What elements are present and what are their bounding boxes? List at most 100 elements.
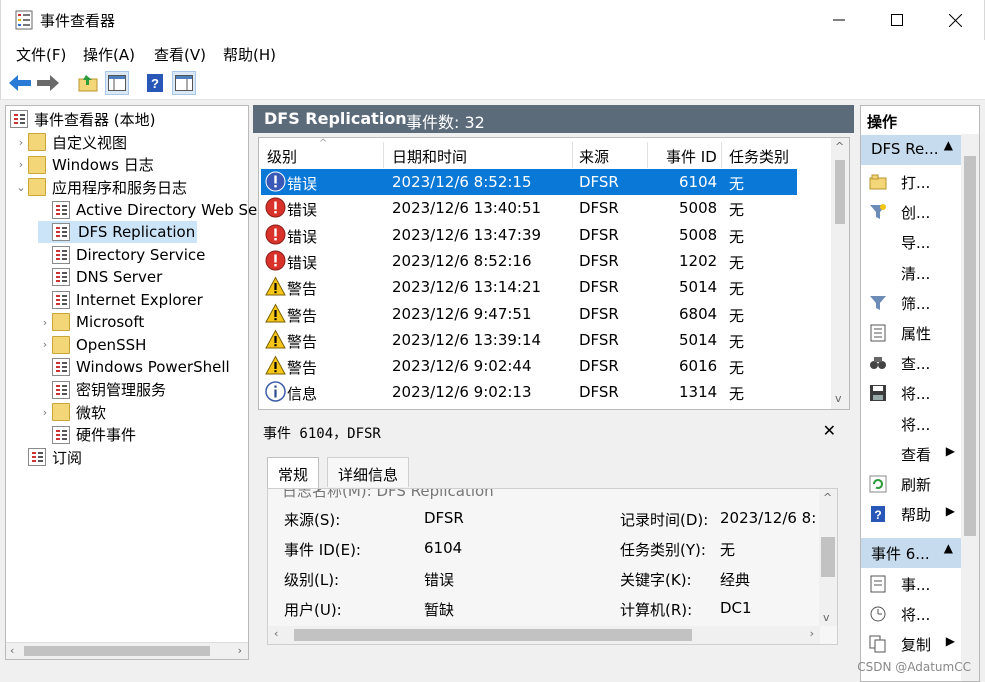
tree-item[interactable]: Internet Explorer xyxy=(38,289,203,311)
action-item[interactable]: 将... xyxy=(861,409,961,439)
tab-details[interactable]: 详细信息 xyxy=(327,457,410,487)
menu-file[interactable]: 文件(F) xyxy=(16,44,66,65)
tree-item[interactable]: 密钥管理服务 xyxy=(38,379,166,401)
source-cell: DFSR xyxy=(579,330,619,349)
column-header-task-category[interactable]: 任务类别 xyxy=(729,146,789,167)
tree-item[interactable]: › Microsoft xyxy=(38,311,144,333)
chevron-right-icon[interactable]: › xyxy=(38,338,52,351)
task-category-label: 任务类别(Y): xyxy=(620,541,706,559)
menu-action[interactable]: 操作(A) xyxy=(83,44,135,65)
forward-button[interactable] xyxy=(36,71,60,95)
minimize-button[interactable] xyxy=(810,0,868,40)
maximize-button[interactable] xyxy=(868,0,926,40)
show-hide-action-pane-button[interactable] xyxy=(172,71,196,95)
table-row[interactable]: 错误 2023/12/6 8:52:16 DFSR 1202 无 xyxy=(261,248,797,274)
chevron-right-icon[interactable]: › xyxy=(14,158,28,171)
tree-item[interactable]: Windows PowerShell xyxy=(38,356,230,378)
action-item[interactable]: 导... xyxy=(861,227,961,257)
action-item[interactable]: 事... xyxy=(861,569,961,599)
table-row[interactable]: 警告 2023/12/6 9:02:44 DFSR 6016 无 xyxy=(261,353,797,379)
detail-horizontal-scrollbar[interactable]: ‹ › xyxy=(268,626,820,644)
collapse-up-icon[interactable]: ▲ xyxy=(944,541,953,555)
tree-item[interactable]: DFS Replication xyxy=(38,221,198,243)
tree-item[interactable]: › 微软 xyxy=(38,401,106,423)
tree-item[interactable]: › OpenSSH xyxy=(38,334,146,356)
action-item[interactable]: 将... xyxy=(861,378,961,408)
action-item[interactable]: ? 帮助 ▶ xyxy=(861,499,961,529)
detail-vertical-scrollbar[interactable]: ^ v xyxy=(819,489,837,626)
column-header-source[interactable]: 来源 xyxy=(579,146,609,167)
table-row[interactable]: 错误 2023/12/6 13:47:39 DFSR 5008 无 xyxy=(261,222,797,248)
action-item[interactable]: 打... xyxy=(861,167,961,197)
tree-root-event-viewer[interactable]: 事件查看器 (本地) xyxy=(10,108,155,130)
table-row[interactable]: 警告 2023/12/6 9:47:51 DFSR 6804 无 xyxy=(261,301,797,327)
collapse-up-icon[interactable]: ▲ xyxy=(944,138,953,152)
chevron-right-icon[interactable]: › xyxy=(14,136,28,149)
tree-item-label: 硬件事件 xyxy=(76,426,137,444)
column-divider xyxy=(721,142,722,168)
task-category-cell: 无 xyxy=(729,332,745,351)
tree-item[interactable]: ⌄ 应用程序和服务日志 xyxy=(14,176,187,198)
actions-section-event[interactable]: 事件 6... ▲ xyxy=(861,538,961,568)
scroll-right-icon[interactable]: › xyxy=(810,627,814,640)
tree-item[interactable]: DNS Server xyxy=(38,266,162,288)
scroll-down-icon[interactable]: v xyxy=(835,392,842,405)
chevron-down-icon[interactable]: ⌄ xyxy=(14,181,28,194)
scroll-left-icon[interactable]: ‹ xyxy=(274,627,278,640)
action-item[interactable]: 创... xyxy=(861,197,961,227)
show-hide-tree-button[interactable] xyxy=(105,71,129,95)
actions-section-log[interactable]: DFS Re... ▲ xyxy=(861,135,961,165)
action-item[interactable]: 将... xyxy=(861,599,961,629)
action-item[interactable]: 筛... xyxy=(861,288,961,318)
action-item[interactable]: 查看 ▶ xyxy=(861,439,961,469)
table-row[interactable]: 错误 2023/12/6 8:52:15 DFSR 6104 无 xyxy=(261,169,797,195)
task-category-cell: 无 xyxy=(729,306,745,325)
datetime-cell: 2023/12/6 9:47:51 xyxy=(392,304,532,323)
chevron-right-icon[interactable]: › xyxy=(38,316,52,329)
table-row[interactable]: 警告 2023/12/6 13:39:14 DFSR 5014 无 xyxy=(261,327,797,353)
action-item[interactable]: 查... xyxy=(861,348,961,378)
table-row[interactable]: 信息 2023/12/6 9:02:13 DFSR 1314 无 xyxy=(261,379,797,405)
menu-help[interactable]: 帮助(H) xyxy=(223,44,276,65)
actions-vertical-scrollbar[interactable] xyxy=(961,134,979,681)
table-row[interactable]: 警告 2023/12/6 13:14:21 DFSR 5014 无 xyxy=(261,274,797,300)
tree-horizontal-scrollbar[interactable]: ‹ › xyxy=(6,642,248,659)
help-toolbar-button[interactable]: ? xyxy=(143,71,167,95)
column-header-level[interactable]: 级别 xyxy=(267,146,297,167)
grid-vertical-scrollbar[interactable]: ^ v xyxy=(831,138,849,409)
chevron-right-icon[interactable]: › xyxy=(38,406,52,419)
detail-hscroll-thumb[interactable] xyxy=(294,629,692,641)
tree-scroll-thumb[interactable] xyxy=(24,646,210,656)
back-button[interactable] xyxy=(8,71,32,95)
close-window-button[interactable] xyxy=(926,0,984,40)
tree-item[interactable]: Directory Service xyxy=(38,244,205,266)
grid-scroll-thumb[interactable] xyxy=(835,160,845,224)
scroll-down-icon[interactable]: v xyxy=(823,611,830,624)
tab-general[interactable]: 常规 xyxy=(267,457,320,489)
tree-item[interactable]: › Windows 日志 xyxy=(14,154,154,176)
actions-scroll-thumb[interactable] xyxy=(964,156,976,536)
scroll-left-icon[interactable]: ‹ xyxy=(10,644,14,657)
detail-close-button[interactable]: ✕ xyxy=(823,421,836,440)
menu-view[interactable]: 查看(V) xyxy=(154,44,206,65)
scroll-up-icon[interactable]: ^ xyxy=(835,140,844,153)
tree-item[interactable]: Active Directory Web Se xyxy=(38,199,257,221)
column-header-datetime[interactable]: 日期和时间 xyxy=(392,146,467,167)
tree-item[interactable]: 订阅 xyxy=(14,446,82,468)
tree-item[interactable]: › 自定义视图 xyxy=(14,131,127,153)
tree-item[interactable]: 硬件事件 xyxy=(38,424,136,446)
action-item[interactable]: 属性 xyxy=(861,318,961,348)
level-cell: 警告 xyxy=(287,280,318,299)
action-item[interactable]: 清... xyxy=(861,258,961,288)
up-folder-button[interactable] xyxy=(76,71,100,95)
action-item[interactable]: 刷新 xyxy=(861,469,961,499)
scroll-up-icon[interactable]: ^ xyxy=(823,491,832,504)
folder-icon xyxy=(28,133,46,151)
column-divider xyxy=(647,142,648,168)
action-item[interactable]: 复制 ▶ xyxy=(861,629,961,659)
scroll-right-icon[interactable]: › xyxy=(238,644,242,657)
detail-vscroll-thumb[interactable] xyxy=(821,537,835,577)
filter-icon xyxy=(870,295,886,310)
column-header-event-id[interactable]: 事件 ID xyxy=(666,146,717,167)
table-row[interactable]: 错误 2023/12/6 13:40:51 DFSR 5008 无 xyxy=(261,195,797,221)
